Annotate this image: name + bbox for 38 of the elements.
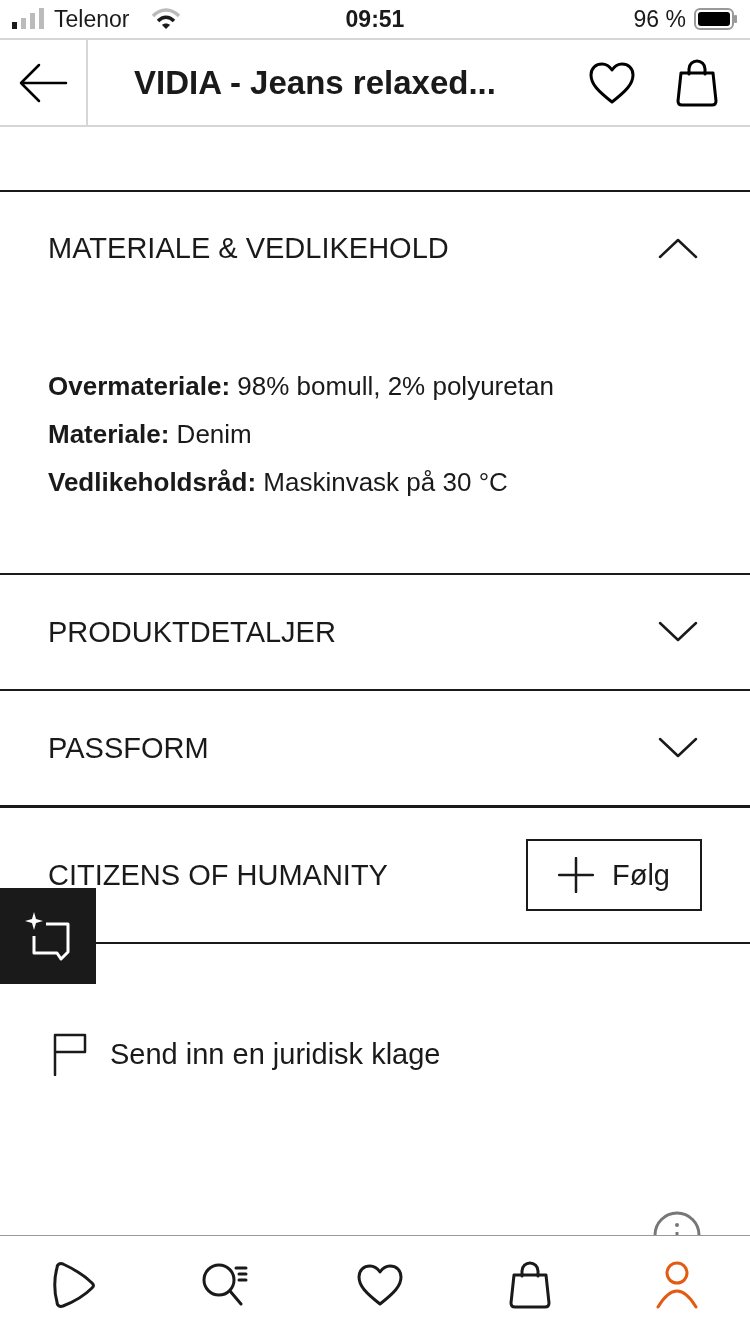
back-arrow-icon [18,62,68,103]
cart-button[interactable] [676,58,718,107]
tab-bar-item[interactable] [508,1261,551,1309]
clock-time: 09:51 [344,5,406,33]
section-title: MATERIALE & VEDLIKEHOLD [48,231,449,265]
chevron-up-icon [658,237,698,259]
tab-bar-item[interactable] [356,1263,404,1307]
plus-icon [558,857,594,893]
heart-icon [588,60,636,105]
page-title: VIDIA - Jeans relaxed... [133,63,497,102]
wifi-icon [151,8,182,30]
feedback-button[interactable] [0,888,96,984]
complaint-link[interactable]: Send inn en juridisk klage [0,944,750,1076]
battery-icon [694,8,738,30]
info-icon[interactable] [652,1210,702,1236]
flag-icon [52,1032,88,1076]
detail-line: Vedlikeholdsråd: Maskinvask på 30 °C [48,466,509,499]
carrier-name: Telenor [54,5,130,33]
favorite-button[interactable] [588,60,636,105]
section-title: PASSFORM [48,731,209,765]
battery-percent: 96 % [633,5,686,33]
brand-name: CITIZENS OF HUMANITY [48,858,388,892]
chevron-down-icon [658,737,698,759]
signal-icon [12,8,46,30]
follow-button[interactable]: Følg [526,839,702,911]
chevron-down-icon [658,621,698,643]
section-title: PRODUKTDETALJER [48,615,336,649]
detail-line: Materiale: Denim [48,418,253,451]
detail-line: Overmateriale: 98% bomull, 2% polyuretan [48,370,555,403]
accordion-header[interactable]: PASSFORM [0,691,750,805]
tab-bar-item[interactable] [52,1262,97,1308]
play-icon [52,1262,97,1308]
accordion-header[interactable]: PRODUKTDETALJER [0,575,750,689]
person-icon [655,1261,698,1309]
bag-icon [508,1261,551,1309]
bag-icon [676,58,718,107]
heart-icon [356,1263,404,1307]
accordion-header[interactable]: MATERIALE & VEDLIKEHOLD [0,192,750,304]
